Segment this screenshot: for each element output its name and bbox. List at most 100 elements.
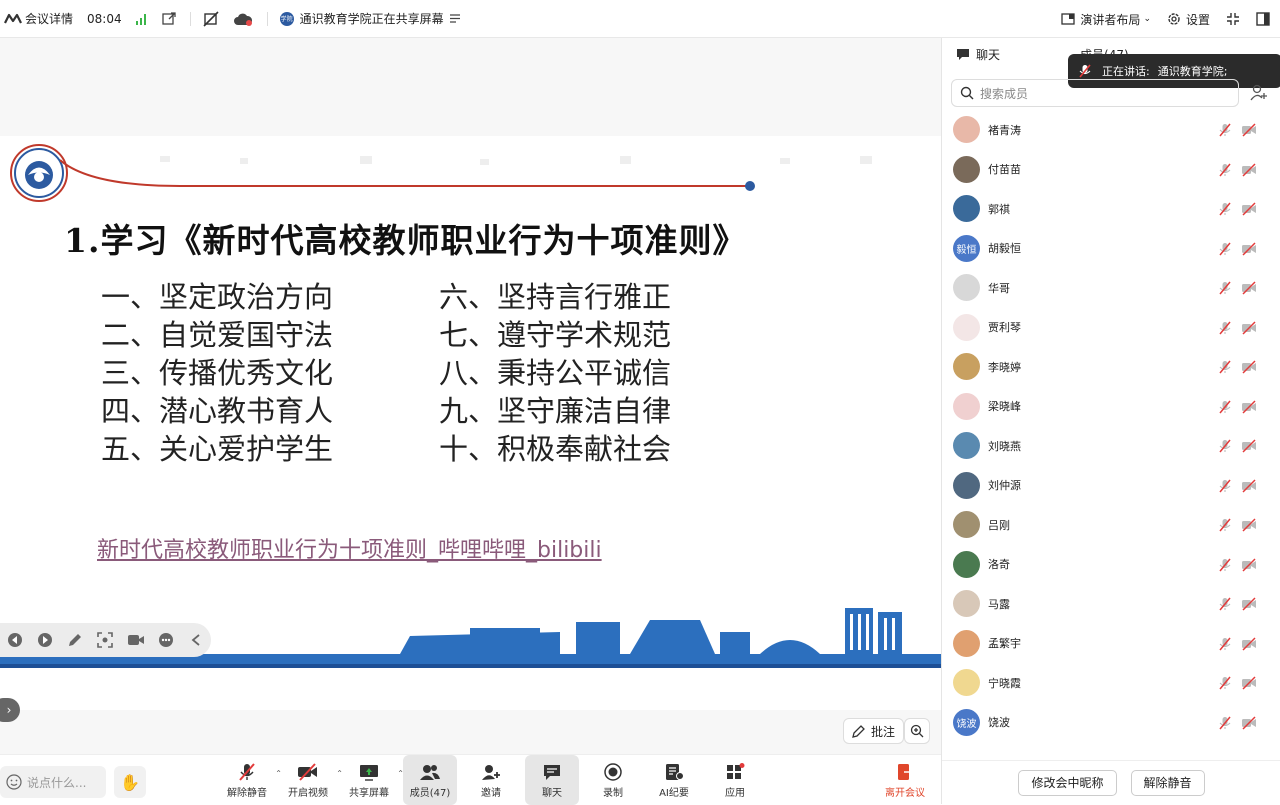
mic-muted-icon[interactable] [1218, 597, 1232, 614]
annotation-off-icon[interactable] [203, 10, 219, 27]
tool-label: 成员(47) [409, 787, 451, 799]
member-row[interactable]: 毅恒 胡毅恒 [942, 229, 1280, 269]
avatar [953, 313, 980, 341]
member-row[interactable]: 李晓婷 [942, 347, 1280, 387]
invite-member-button[interactable] [1248, 82, 1270, 104]
record-button[interactable]: 录制 [586, 755, 640, 805]
emoji-icon[interactable] [6, 774, 22, 790]
sharing-indicator[interactable]: 学院 通识教育学院正在共享屏幕 [279, 10, 460, 27]
raise-hand-button[interactable]: ✋ [114, 766, 146, 798]
campus-skyline-banner [0, 608, 941, 668]
video-off-icon[interactable] [1241, 123, 1257, 140]
meeting-time: 08:04 [87, 11, 122, 26]
member-row[interactable]: 吕刚 [942, 505, 1280, 545]
member-row[interactable]: 郭祺 [942, 189, 1280, 229]
unmute-button[interactable]: 解除静音 ⌃ [220, 755, 282, 805]
member-name: 吕刚 [988, 518, 1010, 532]
video-off-icon[interactable] [1241, 518, 1257, 535]
chat-button[interactable]: 聊天 [525, 755, 579, 805]
mic-muted-icon[interactable] [1218, 518, 1232, 535]
mic-muted-icon[interactable] [1218, 242, 1232, 259]
mic-muted-icon[interactable] [1218, 676, 1232, 693]
video-off-icon[interactable] [1241, 478, 1257, 496]
divider [266, 11, 268, 26]
mic-muted-icon[interactable] [1218, 123, 1232, 140]
tab-chat[interactable]: 聊天 [956, 46, 1000, 63]
sidebar-toggle-icon[interactable] [1256, 12, 1270, 26]
previous-icon[interactable] [0, 625, 30, 655]
member-name: 华哥 [988, 281, 1010, 295]
more-icon[interactable] [151, 625, 181, 655]
meeting-info-button[interactable]: 会议详情 [4, 10, 73, 27]
mic-muted-icon[interactable] [1218, 163, 1232, 180]
member-row[interactable]: 宁晓霞 [942, 663, 1280, 703]
video-off-icon[interactable] [1241, 676, 1257, 693]
mic-muted-icon[interactable] [1218, 439, 1232, 456]
avatar [953, 274, 980, 302]
start-video-button[interactable]: 开启视频 ⌃ [281, 755, 343, 805]
popout-icon[interactable] [161, 11, 176, 26]
layout-dropdown[interactable]: 演讲者布局 ⌄ [1061, 11, 1151, 28]
member-row[interactable]: 梁晓峰 [942, 387, 1280, 427]
pen-icon[interactable] [60, 625, 90, 655]
play-icon[interactable] [30, 625, 60, 655]
member-row[interactable]: 刘仲源 [942, 466, 1280, 506]
member-row[interactable]: 洛奇 [942, 545, 1280, 585]
screenshot-icon[interactable] [90, 625, 120, 655]
apps-button[interactable]: 应用 [708, 755, 762, 805]
mic-muted-icon[interactable] [1218, 281, 1232, 298]
invite-button[interactable]: 邀请 [464, 755, 518, 805]
divider [189, 11, 191, 26]
video-off-icon[interactable] [1241, 439, 1257, 456]
member-row[interactable]: 贾利琴 [942, 308, 1280, 348]
avatar [953, 116, 980, 144]
member-row[interactable]: 褚青涛 [942, 110, 1280, 150]
chevron-left-icon[interactable] [181, 625, 211, 655]
add-user-icon [481, 762, 501, 782]
mic-muted-icon[interactable] [1218, 716, 1232, 733]
chat-quick-input[interactable]: 说点什么... [0, 766, 106, 798]
camera-icon[interactable] [121, 625, 151, 655]
member-row[interactable]: 刘晓燕 [942, 426, 1280, 466]
settings-button[interactable]: 设置 [1167, 11, 1210, 28]
mic-muted-icon[interactable] [1218, 479, 1232, 496]
slide-control-bar [0, 623, 211, 657]
video-off-icon[interactable] [1241, 360, 1257, 377]
bilibili-link[interactable]: 新时代高校教师职业行为十项准则_哔哩哔哩_bilibili [97, 532, 602, 564]
rename-button[interactable]: 修改会中昵称 [1018, 769, 1117, 796]
member-row[interactable]: 孟繁宇 [942, 624, 1280, 664]
member-row[interactable]: 马露 [942, 584, 1280, 624]
zoom-button[interactable] [904, 718, 930, 744]
member-search-input[interactable]: 搜索成员 [951, 79, 1239, 107]
member-row[interactable]: 饶波 饶波 [942, 703, 1280, 743]
video-off-icon[interactable] [1241, 557, 1257, 575]
tool-label: 共享屏幕 [349, 787, 389, 799]
video-off-icon[interactable] [1241, 597, 1257, 614]
members-button[interactable]: 成员(47) [403, 755, 457, 805]
member-row[interactable]: 付苗苗 [942, 150, 1280, 190]
unmute-all-button[interactable]: 解除静音 [1130, 769, 1205, 796]
video-off-icon[interactable] [1241, 241, 1257, 259]
expand-toolbar-button[interactable]: › [0, 698, 20, 722]
mic-muted-icon[interactable] [1218, 360, 1232, 377]
mic-muted-icon[interactable] [1218, 400, 1232, 417]
ai-minutes-button[interactable]: AI纪要 [647, 755, 701, 805]
mic-muted-icon[interactable] [1218, 202, 1232, 219]
video-off-icon[interactable] [1241, 281, 1257, 298]
exit-fullscreen-icon[interactable] [1226, 12, 1240, 26]
rules-grid: 一、坚定政治方向 六、坚持言行雅正 二、自觉爱国守法 七、遵守学术规范 三、传播… [101, 278, 739, 468]
share-screen-button[interactable]: 共享屏幕 ⌃ [342, 755, 404, 805]
member-row[interactable]: 华哥 [942, 268, 1280, 308]
video-off-icon[interactable] [1241, 636, 1257, 654]
mic-muted-icon[interactable] [1218, 321, 1232, 338]
video-off-icon[interactable] [1241, 399, 1257, 417]
video-off-icon[interactable] [1241, 162, 1257, 180]
mic-muted-icon[interactable] [1218, 637, 1232, 654]
leave-meeting-button[interactable]: 离开会议 [880, 763, 930, 799]
cloud-record-icon[interactable] [233, 12, 253, 26]
video-off-icon[interactable] [1241, 320, 1257, 338]
video-off-icon[interactable] [1241, 715, 1257, 733]
mic-muted-icon[interactable] [1218, 558, 1232, 575]
video-off-icon[interactable] [1241, 202, 1257, 219]
annotate-button[interactable]: 批注 [843, 718, 905, 744]
